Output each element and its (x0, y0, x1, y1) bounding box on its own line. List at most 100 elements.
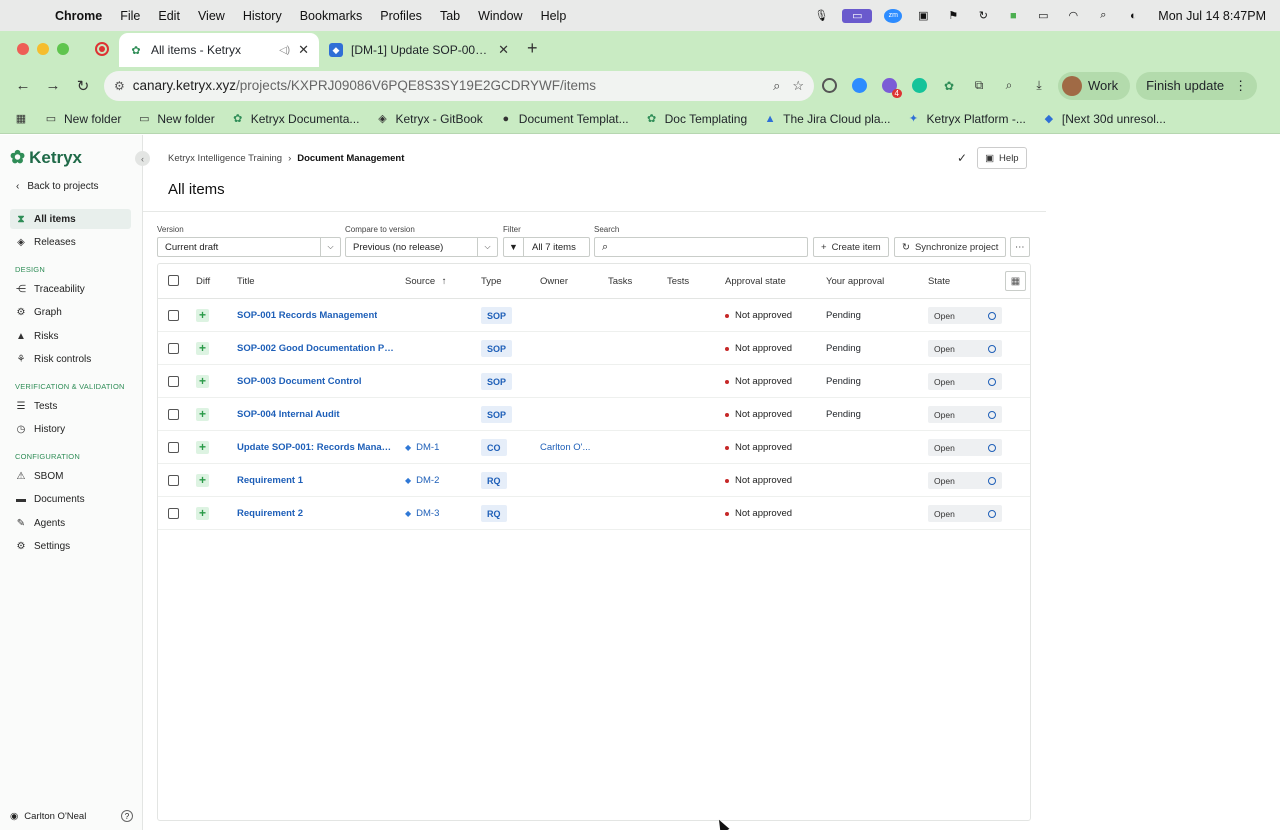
zoom-window-button[interactable] (57, 43, 69, 55)
source-link[interactable]: ◆ DM-3 (405, 508, 439, 519)
collapse-sidebar-icon[interactable]: ‹ (135, 151, 150, 166)
column-settings-icon[interactable]: ▦ (1005, 271, 1026, 291)
flag-icon[interactable]: ⚑ (944, 9, 962, 23)
breadcrumb-project[interactable]: Ketryx Intelligence Training (168, 153, 282, 164)
state-badge[interactable]: Open (928, 307, 1002, 324)
sidebar-item-history[interactable]: ◷ History (10, 419, 131, 439)
state-badge[interactable]: Open (928, 340, 1002, 357)
tab-all-items[interactable]: ✿ All items - Ketryx ◁) ✕ (119, 33, 319, 67)
col-state[interactable]: State (928, 276, 950, 287)
version-select[interactable]: Current draft ⌵ (157, 237, 341, 257)
bookmark-item[interactable]: ▭ New folder (137, 112, 215, 126)
menu-edit[interactable]: Edit (149, 9, 189, 23)
reload-icon[interactable]: ↻ (68, 72, 98, 100)
close-window-button[interactable] (17, 43, 29, 55)
extension-badge-icon[interactable]: 4 (874, 72, 904, 100)
zoom-icon[interactable]: zm (884, 8, 903, 23)
extension-zoom-icon[interactable] (844, 72, 874, 100)
zoom-lens-icon[interactable]: ⌕ (773, 78, 780, 94)
kebab-menu-icon[interactable]: ⋮ (1234, 78, 1247, 94)
bookmark-item[interactable]: ▭ New folder (44, 112, 122, 126)
item-title-link[interactable]: SOP-002 Good Documentation Pr... (237, 343, 395, 354)
minimize-window-button[interactable] (37, 43, 49, 55)
sidebar-item-agents[interactable]: ✎ Agents (10, 513, 131, 533)
sidebar-item-documents[interactable]: ▬ Documents (10, 489, 131, 509)
download-icon[interactable]: ⤓ (1024, 72, 1054, 100)
checkmark-icon[interactable]: ✓ (957, 151, 967, 165)
menu-app-name[interactable]: Chrome (46, 9, 111, 23)
sidebar-item-risk-controls[interactable]: ⚘ Risk controls (10, 349, 131, 369)
item-title-link[interactable]: SOP-001 Records Management (237, 310, 377, 321)
speaker-icon[interactable]: ◁) (279, 45, 290, 56)
table-row[interactable]: + Requirement 2 ◆ DM-3 RQ Not approved Open (158, 497, 1030, 530)
battery-icon[interactable]: ▭ (1034, 9, 1052, 23)
menu-view[interactable]: View (189, 9, 234, 23)
sidebar-item-all-items[interactable]: ⧗ All items (10, 209, 131, 229)
bookmark-item[interactable]: ◈ Ketryx - GitBook (375, 112, 483, 126)
col-tasks[interactable]: Tasks (608, 276, 632, 287)
sidebar-item-tests[interactable]: ☰ Tests (10, 396, 131, 416)
finish-update-button[interactable]: Finish update ⋮ (1136, 71, 1258, 100)
microphone-icon[interactable]: 🎙 (812, 9, 830, 23)
row-checkbox[interactable] (168, 475, 179, 486)
android-icon[interactable]: ■ (1004, 9, 1022, 23)
help-circle-icon[interactable]: ? (121, 810, 133, 822)
select-all-checkbox[interactable] (168, 275, 179, 286)
menu-clock[interactable]: Mon Jul 14 8:47PM (1158, 9, 1266, 23)
row-checkbox[interactable] (168, 376, 179, 387)
bookmark-item[interactable]: ▲ The Jira Cloud pla... (763, 112, 891, 126)
tab-search-icon[interactable]: ⌕ (994, 72, 1024, 100)
row-checkbox[interactable] (168, 442, 179, 453)
search-input[interactable]: ⌕ (594, 237, 808, 257)
bookmark-item[interactable]: ● Document Templat... (499, 112, 628, 126)
item-title-link[interactable]: Update SOP-001: Records Manage... (237, 442, 395, 453)
create-item-button[interactable]: + Create item (813, 237, 889, 257)
bookmark-item[interactable]: ✿ Ketryx Documenta... (231, 112, 359, 126)
source-link[interactable]: ◆ DM-1 (405, 442, 439, 453)
bookmark-star-icon[interactable]: ☆ (792, 78, 804, 94)
sidebar-item-releases[interactable]: ◈ Releases (10, 232, 131, 252)
recording-icon[interactable] (95, 42, 109, 56)
col-approval-state[interactable]: Approval state (725, 276, 786, 287)
source-link[interactable]: ◆ DM-2 (405, 475, 439, 486)
item-title-link[interactable]: Requirement 2 (237, 508, 303, 519)
col-title[interactable]: Title (237, 276, 255, 287)
menu-window[interactable]: Window (469, 9, 531, 23)
state-badge[interactable]: Open (928, 406, 1002, 423)
row-checkbox[interactable] (168, 310, 179, 321)
refresh-status-icon[interactable]: ↻ (974, 9, 992, 23)
sidebar-item-sbom[interactable]: ⚠ SBOM (10, 466, 131, 486)
extension-grammar-icon[interactable] (814, 72, 844, 100)
wifi-icon[interactable]: ◠ (1064, 9, 1082, 23)
state-badge[interactable]: Open (928, 505, 1002, 522)
sidebar-item-settings[interactable]: ⚙ Settings (10, 536, 131, 556)
compare-version-select[interactable]: Previous (no release) ⌵ (345, 237, 498, 257)
col-type[interactable]: Type (481, 276, 502, 287)
close-tab-icon[interactable]: ✕ (298, 42, 309, 58)
control-center-icon[interactable]: ◐ (1124, 9, 1142, 23)
help-button[interactable]: ▣ Help (977, 147, 1027, 169)
item-title-link[interactable]: Requirement 1 (237, 475, 303, 486)
ketryx-logo[interactable]: ✿ Ketryx (10, 147, 82, 168)
address-bar[interactable]: ⚙ canary.ketryx.xyz/projects/KXPRJ09086V… (104, 70, 814, 101)
back-arrow-icon[interactable]: ← (8, 72, 38, 100)
col-tests[interactable]: Tests (667, 276, 689, 287)
state-badge[interactable]: Open (928, 472, 1002, 489)
bookmark-item[interactable]: ✦ Ketryx Platform -... (907, 112, 1026, 126)
bookmark-item[interactable]: ✿ Doc Templating (645, 112, 747, 126)
new-tab-icon[interactable]: + (519, 38, 548, 67)
table-row[interactable]: + SOP-003 Document Control SOP Not approved… (158, 365, 1030, 398)
sidebar-item-traceability[interactable]: ⋲ Traceability (10, 279, 131, 299)
more-options-button[interactable]: ⋯ (1010, 237, 1030, 257)
col-your-approval[interactable]: Your approval (826, 276, 884, 287)
url-text[interactable]: canary.ketryx.xyz/projects/KXPRJ09086V6P… (133, 78, 761, 93)
owner-link[interactable]: Carlton O'... (540, 442, 590, 453)
table-row[interactable]: + SOP-004 Internal Audit SOP Not approved Pe… (158, 398, 1030, 431)
apps-grid-icon[interactable]: ▦ (14, 112, 28, 125)
col-diff[interactable]: Diff (196, 276, 210, 287)
col-source[interactable]: Source ↑ (405, 276, 447, 287)
table-row[interactable]: + SOP-002 Good Documentation Pr... SOP Not … (158, 332, 1030, 365)
filter-button[interactable]: ▼ All 7 items (503, 237, 590, 257)
synchronize-project-button[interactable]: ↻ Synchronize project (894, 237, 1007, 257)
sidebar-item-risks[interactable]: ▲ Risks (10, 326, 131, 346)
